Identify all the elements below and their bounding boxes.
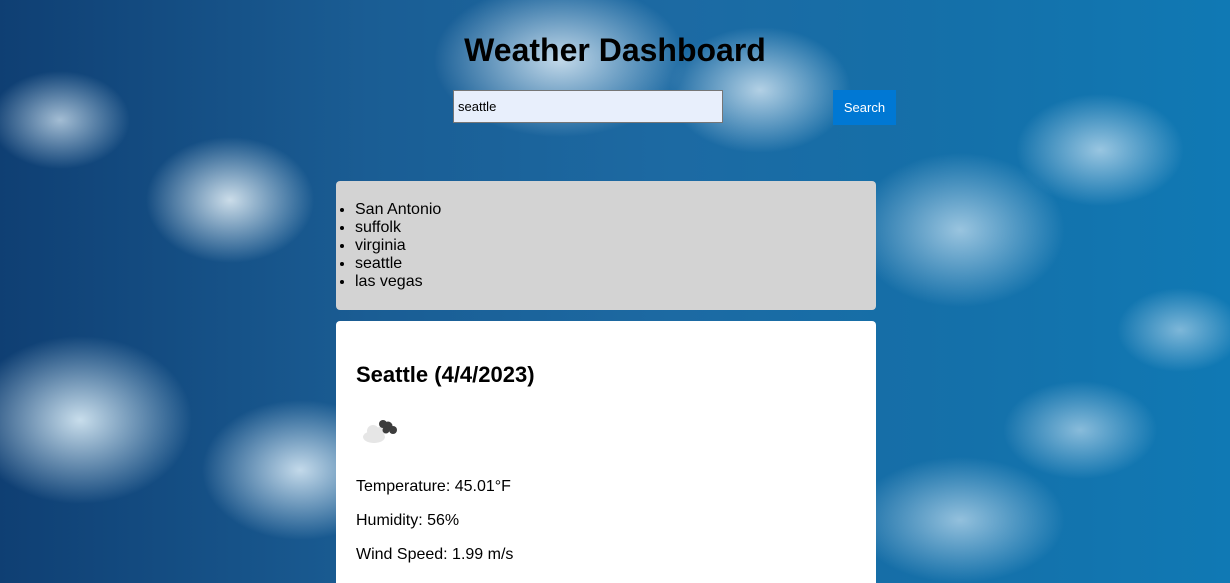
- history-item[interactable]: virginia: [355, 237, 876, 255]
- history-item[interactable]: San Antonio: [355, 201, 876, 219]
- search-history-panel: San Antonio suffolk virginia seattle las…: [336, 181, 876, 310]
- search-button[interactable]: Search: [833, 90, 896, 125]
- search-input[interactable]: [453, 90, 723, 123]
- page-title: Weather Dashboard: [464, 32, 766, 68]
- history-item[interactable]: las vegas: [355, 273, 876, 291]
- broken-clouds-icon: [360, 415, 404, 445]
- history-item[interactable]: suffolk: [355, 219, 876, 237]
- temperature-text: Temperature: 45.01°F: [356, 478, 511, 495]
- current-weather-panel: Seattle (4/4/2023) Temperature: 45.01°F …: [336, 321, 876, 583]
- header: Weather Dashboard: [0, 28, 1230, 72]
- history-item[interactable]: seattle: [355, 255, 876, 273]
- humidity-text: Humidity: 56%: [356, 512, 460, 529]
- search-history-list: San Antonio suffolk virginia seattle las…: [336, 201, 876, 291]
- wind-speed-text: Wind Speed: 1.99 m/s: [356, 546, 514, 563]
- city-date-heading: Seattle (4/4/2023): [356, 362, 535, 387]
